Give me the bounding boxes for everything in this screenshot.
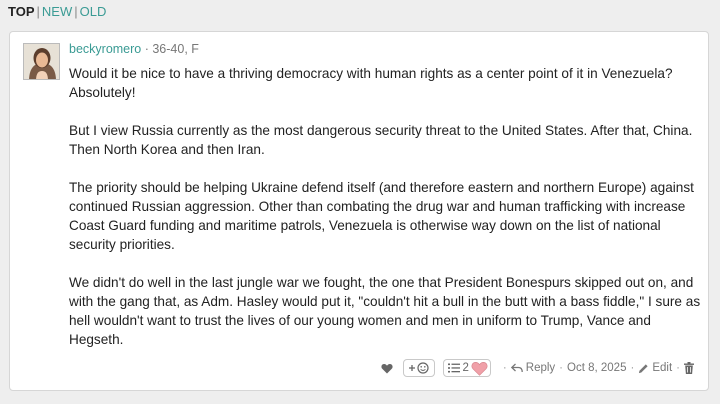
footer-separator: · bbox=[630, 362, 635, 374]
reply-button[interactable]: Reply bbox=[510, 362, 556, 374]
reactions-button[interactable]: 2 bbox=[442, 359, 491, 377]
footer-separator: · bbox=[676, 362, 680, 374]
avatar[interactable] bbox=[23, 43, 60, 80]
comment-header: beckyromero · 36-40, F bbox=[69, 41, 199, 57]
delete-button[interactable] bbox=[684, 362, 694, 374]
username-link[interactable]: beckyromero bbox=[69, 42, 141, 56]
sort-new-tab[interactable]: NEW bbox=[42, 4, 72, 20]
heart-reaction-icon bbox=[471, 361, 488, 376]
like-button[interactable] bbox=[380, 363, 393, 374]
edit-label: Edit bbox=[652, 362, 673, 374]
reply-arrow-icon bbox=[510, 363, 523, 373]
add-emoji-icon bbox=[408, 362, 429, 374]
add-reaction-button[interactable] bbox=[402, 359, 435, 377]
reaction-count: 2 bbox=[462, 362, 469, 374]
reply-label: Reply bbox=[525, 362, 556, 374]
trash-icon bbox=[684, 362, 694, 374]
footer-separator: · bbox=[559, 362, 564, 374]
heart-icon bbox=[380, 363, 393, 373]
comment-paragraph: The priority should be helping Ukraine d… bbox=[69, 180, 694, 252]
comment-footer: 2 · Reply · Oct 8, 2025 · Edit · bbox=[380, 359, 694, 377]
comment-paragraph: Would it be nice to have a thriving demo… bbox=[69, 66, 673, 100]
footer-separator: · bbox=[502, 362, 507, 374]
comment-card: beckyromero · 36-40, F Would it be nice … bbox=[9, 31, 709, 391]
edit-button[interactable]: Edit bbox=[638, 362, 672, 374]
avatar-image bbox=[24, 44, 59, 79]
sort-top-tab[interactable]: TOP bbox=[8, 4, 35, 20]
list-icon bbox=[447, 363, 460, 373]
comment-paragraph: But I view Russia currently as the most … bbox=[69, 123, 693, 157]
sort-old-tab[interactable]: OLD bbox=[80, 4, 107, 20]
sort-bar: TOP | NEW | OLD bbox=[8, 4, 106, 20]
sort-separator: | bbox=[74, 4, 78, 19]
sort-separator: | bbox=[36, 4, 40, 19]
user-age-gender: · 36-40, F bbox=[141, 42, 199, 56]
pencil-icon bbox=[639, 363, 648, 373]
comment-paragraph: We didn't do well in the last jungle war… bbox=[69, 275, 701, 347]
comment-body: Would it be nice to have a thriving demo… bbox=[69, 64, 701, 349]
comment-date[interactable]: Oct 8, 2025 bbox=[567, 362, 626, 374]
